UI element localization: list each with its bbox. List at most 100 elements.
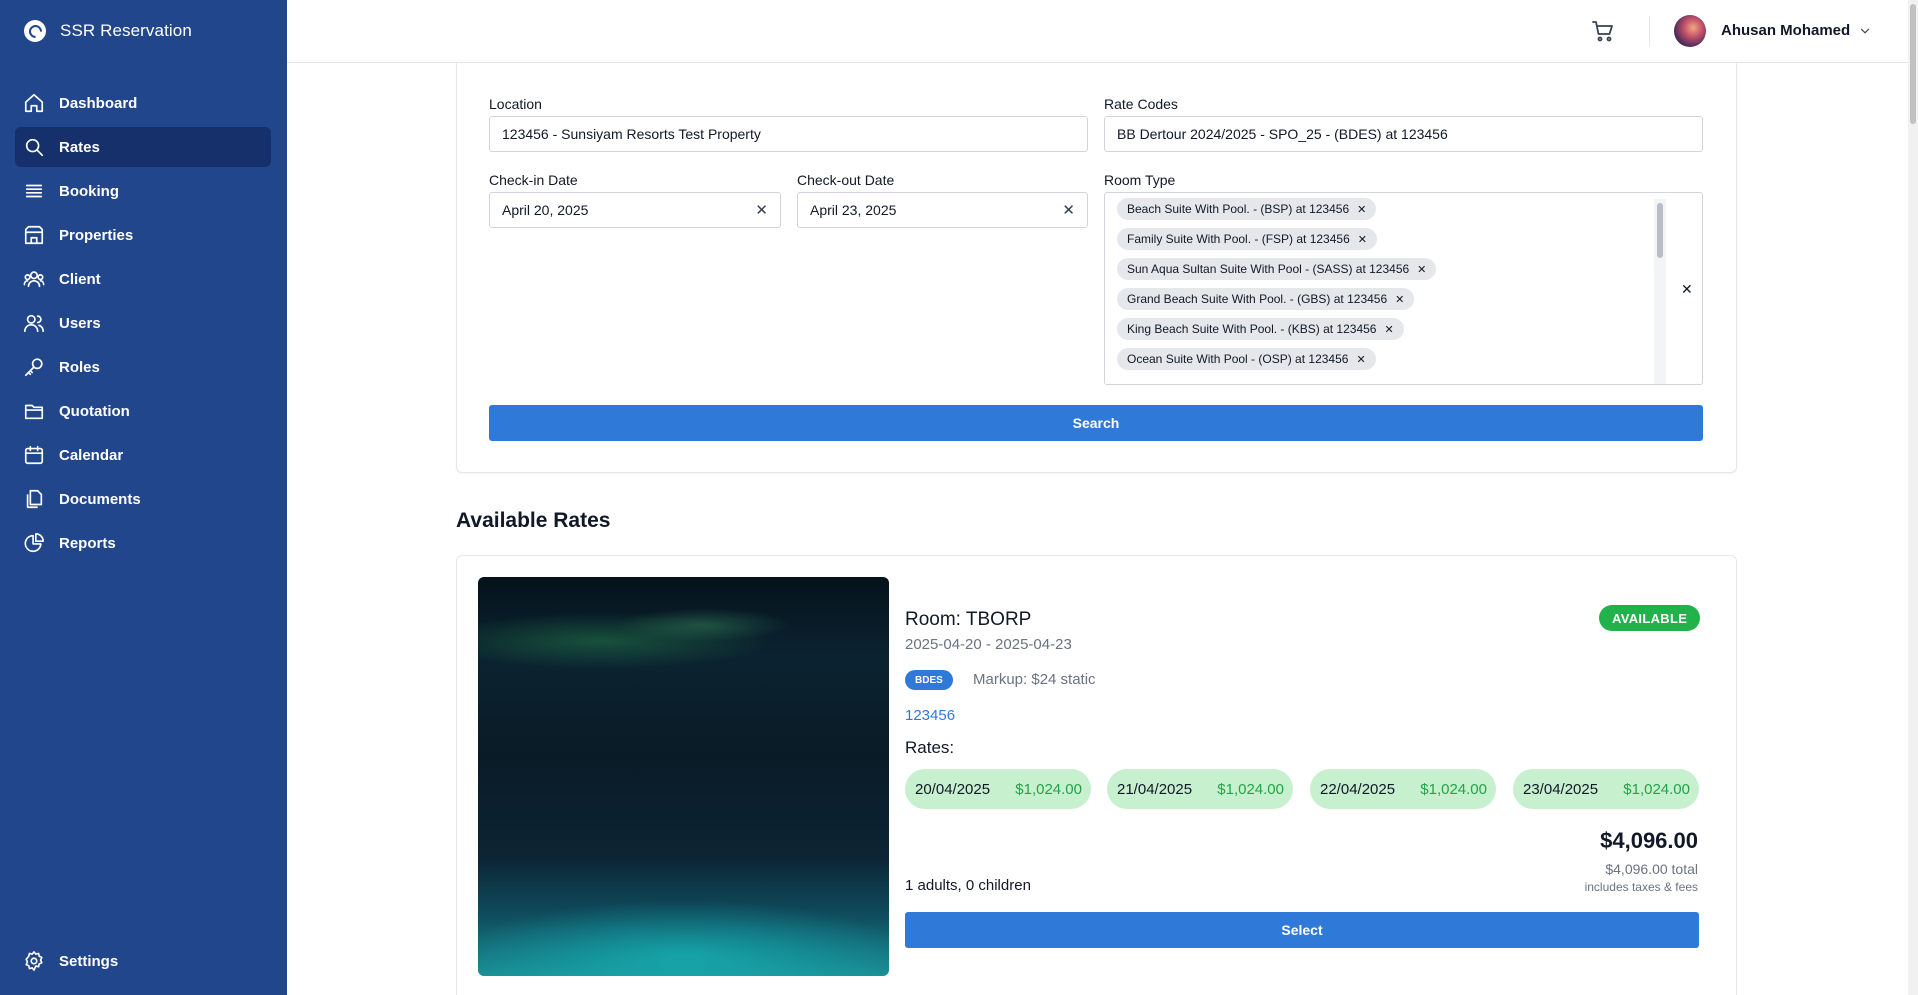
gear-icon xyxy=(25,951,43,971)
room-type-scrollbar-thumb[interactable] xyxy=(1657,203,1663,258)
sidebar-item-rates[interactable]: Rates xyxy=(15,127,271,167)
room-type-chip: Family Suite With Pool. - (FSP) at 12345… xyxy=(1117,228,1377,250)
chip-remove-icon[interactable]: ✕ xyxy=(1384,323,1393,336)
sidebar-item-users[interactable]: Users xyxy=(15,303,271,343)
sidebar-item-dashboard[interactable]: Dashboard xyxy=(15,83,271,123)
total-price: $4,096.00 xyxy=(1600,828,1698,853)
select-button[interactable]: Select xyxy=(905,912,1699,948)
home-icon xyxy=(24,93,44,113)
sidebar-item-label: Booking xyxy=(59,182,119,200)
room-dates: 2025-04-20 - 2025-04-23 xyxy=(905,636,1072,653)
room-title: Room: TBORP xyxy=(905,609,1032,630)
rate-pill: 21/04/2025 $1,024.00 xyxy=(1107,769,1293,809)
checkout-label: Check-out Date xyxy=(797,172,895,188)
rate-pill: 20/04/2025 $1,024.00 xyxy=(905,769,1091,809)
room-type-chip: Beach Suite With Pool. - (BSP) at 123456… xyxy=(1117,198,1377,220)
client-icon xyxy=(23,271,45,288)
sidebar-item-label: Dashboard xyxy=(59,94,138,112)
brand[interactable]: SSR Reservation xyxy=(24,18,192,44)
chip-label: Grand Beach Suite With Pool. - (GBS) at … xyxy=(1127,292,1388,306)
chip-label: King Beach Suite With Pool. - (KBS) at 1… xyxy=(1127,322,1377,336)
sidebar-item-roles[interactable]: Roles xyxy=(15,347,271,387)
rate-date: 23/04/2025 xyxy=(1523,780,1599,798)
rates-label: Rates: xyxy=(905,738,955,757)
rate-date: 22/04/2025 xyxy=(1320,780,1396,798)
rate-codes-label: Rate Codes xyxy=(1104,96,1178,112)
room-type-label: Room Type xyxy=(1104,172,1176,188)
sidebar-item-calendar[interactable]: Calendar xyxy=(15,435,271,475)
user-name[interactable]: Ahusan Mohamed xyxy=(1721,22,1850,39)
sidebar-item-quotation[interactable]: Quotation xyxy=(15,391,271,431)
room-type-chip: Sun Aqua Sultan Suite With Pool - (SASS)… xyxy=(1117,258,1437,280)
sidebar-item-label: Roles xyxy=(59,358,100,376)
search-button[interactable]: Search xyxy=(489,405,1703,441)
rate-code-badge: BDES xyxy=(905,670,953,690)
avatar[interactable] xyxy=(1674,15,1706,47)
users-icon xyxy=(24,314,44,333)
rate-date: 21/04/2025 xyxy=(1117,780,1193,798)
cart-icon[interactable] xyxy=(1591,19,1615,43)
pie-chart-icon xyxy=(24,533,44,553)
sidebar-item-label: Users xyxy=(59,314,101,332)
sidebar-item-label: Rates xyxy=(59,138,100,156)
checkout-value: April 23, 2025 xyxy=(810,202,897,218)
sidebar-item-label: Documents xyxy=(59,490,141,508)
sidebar-item-properties[interactable]: Properties xyxy=(15,215,271,255)
chip-label: Beach Suite With Pool. - (BSP) at 123456 xyxy=(1127,202,1350,216)
brand-name: SSR Reservation xyxy=(60,21,192,40)
sidebar-item-client[interactable]: Client xyxy=(15,259,271,299)
checkout-clear-icon[interactable]: ✕ xyxy=(1062,201,1075,219)
calendar-icon xyxy=(24,445,44,465)
documents-icon xyxy=(26,489,43,509)
page-scrollbar[interactable] xyxy=(1908,0,1918,995)
page-scrollbar-thumb[interactable] xyxy=(1910,4,1916,124)
rate-pill: 23/04/2025 $1,024.00 xyxy=(1513,769,1699,809)
sidebar-item-documents[interactable]: Documents xyxy=(15,479,271,519)
checkin-value: April 20, 2025 xyxy=(502,202,589,218)
rate-codes-value: BB Dertour 2024/2025 - SPO_25 - (BDES) a… xyxy=(1117,126,1448,142)
sidebar-item-label: Reports xyxy=(59,534,116,552)
rate-price: $1,024.00 xyxy=(1420,780,1487,798)
list-icon xyxy=(25,184,43,198)
property-link[interactable]: 123456 xyxy=(905,707,955,724)
chip-remove-icon[interactable]: ✕ xyxy=(1395,293,1404,306)
checkout-date-input[interactable]: April 23, 2025 ✕ xyxy=(797,192,1088,228)
chip-remove-icon[interactable]: ✕ xyxy=(1358,233,1367,246)
checkin-clear-icon[interactable]: ✕ xyxy=(755,201,768,219)
guests-text: 1 adults, 0 children xyxy=(905,877,1031,894)
search-icon xyxy=(25,138,44,157)
chip-remove-icon[interactable]: ✕ xyxy=(1417,263,1426,276)
location-input[interactable]: 123456 - Sunsiyam Resorts Test Property xyxy=(489,116,1088,152)
sidebar-item-booking[interactable]: Booking xyxy=(15,171,271,211)
checkin-label: Check-in Date xyxy=(489,172,578,188)
rate-price: $1,024.00 xyxy=(1015,780,1082,798)
available-rates-title: Available Rates xyxy=(456,509,611,532)
sidebar-item-label: Client xyxy=(59,270,101,288)
sidebar: SSR Reservation Dashboard Rates Booking … xyxy=(0,0,287,995)
room-type-chip: Grand Beach Suite With Pool. - (GBS) at … xyxy=(1117,288,1415,310)
location-label: Location xyxy=(489,96,542,112)
sidebar-nav: Dashboard Rates Booking Properties Clien… xyxy=(15,83,271,567)
room-type-scrollbar[interactable] xyxy=(1654,199,1666,384)
key-icon xyxy=(24,358,43,377)
brand-logo-icon xyxy=(24,20,46,42)
rate-price: $1,024.00 xyxy=(1217,780,1284,798)
sidebar-item-reports[interactable]: Reports xyxy=(15,523,271,563)
chip-remove-icon[interactable]: ✕ xyxy=(1357,203,1366,216)
checkin-date-input[interactable]: April 20, 2025 ✕ xyxy=(489,192,781,228)
folder-icon xyxy=(24,404,44,420)
rate-price: $1,024.00 xyxy=(1623,780,1690,798)
location-value: 123456 - Sunsiyam Resorts Test Property xyxy=(502,126,761,142)
rate-codes-input[interactable]: BB Dertour 2024/2025 - SPO_25 - (BDES) a… xyxy=(1104,116,1703,152)
room-type-chip: Ocean Suite With Pool - (OSP) at 123456 ✕ xyxy=(1117,348,1376,370)
sidebar-item-settings[interactable]: Settings xyxy=(15,941,271,981)
sidebar-item-label: Settings xyxy=(59,952,119,970)
building-icon xyxy=(24,225,44,245)
room-type-multiselect[interactable]: Beach Suite With Pool. - (BSP) at 123456… xyxy=(1104,192,1703,385)
room-type-clear-icon[interactable]: ✕ xyxy=(1681,281,1693,298)
chevron-down-icon[interactable] xyxy=(1858,24,1872,38)
topbar-divider xyxy=(1649,16,1650,46)
rate-pill: 22/04/2025 $1,024.00 xyxy=(1310,769,1496,809)
chip-remove-icon[interactable]: ✕ xyxy=(1356,353,1365,366)
room-image xyxy=(478,577,889,976)
